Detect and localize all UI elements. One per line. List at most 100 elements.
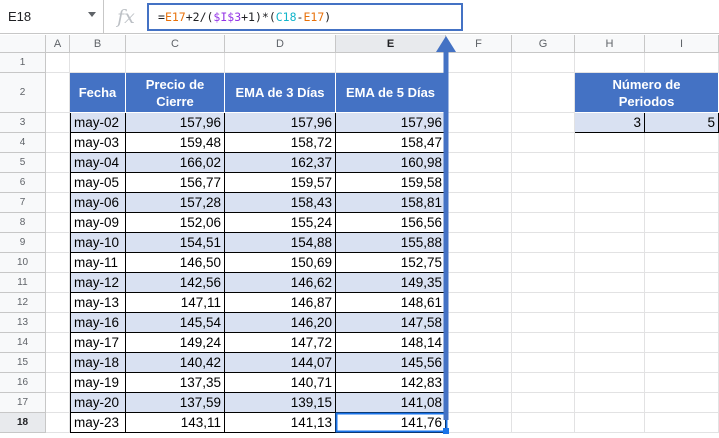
table-cell[interactable]: 145,54 bbox=[126, 313, 225, 333]
grid-cell[interactable] bbox=[575, 213, 645, 233]
grid-cell[interactable] bbox=[512, 333, 575, 353]
grid-cell[interactable] bbox=[575, 133, 645, 153]
grid-cell[interactable] bbox=[645, 293, 719, 313]
table-cell[interactable]: may-02 bbox=[70, 113, 126, 133]
periods-value[interactable]: 5 bbox=[645, 113, 719, 133]
grid-cell[interactable] bbox=[446, 293, 512, 313]
table-cell[interactable]: 148,61 bbox=[336, 293, 446, 313]
grid-cell[interactable] bbox=[645, 333, 719, 353]
table-cell[interactable]: may-11 bbox=[70, 253, 126, 273]
table-cell[interactable]: 160,98 bbox=[336, 153, 446, 173]
table-cell[interactable]: may-06 bbox=[70, 193, 126, 213]
row-header[interactable]: 6 bbox=[0, 173, 46, 193]
table-cell[interactable]: may-23 bbox=[70, 413, 126, 433]
grid-cell[interactable] bbox=[446, 373, 512, 393]
table-header-cell[interactable]: EMA de 5 Días bbox=[336, 73, 446, 113]
grid-cell[interactable] bbox=[446, 53, 512, 73]
grid-cell[interactable] bbox=[512, 413, 575, 433]
row-header[interactable]: 13 bbox=[0, 313, 46, 333]
row-header[interactable]: 15 bbox=[0, 353, 46, 373]
table-cell[interactable]: may-13 bbox=[70, 293, 126, 313]
table-cell[interactable]: may-05 bbox=[70, 173, 126, 193]
table-cell[interactable]: 139,15 bbox=[225, 393, 336, 413]
grid-cell[interactable] bbox=[46, 193, 70, 213]
grid-cell[interactable] bbox=[645, 313, 719, 333]
row-header[interactable]: 1 bbox=[0, 53, 46, 73]
table-cell[interactable]: may-18 bbox=[70, 353, 126, 373]
grid-cell[interactable] bbox=[645, 213, 719, 233]
grid-cell[interactable] bbox=[512, 313, 575, 333]
table-cell[interactable]: 158,47 bbox=[336, 133, 446, 153]
table-header-cell[interactable]: Precio de Cierre bbox=[126, 73, 225, 113]
table-cell[interactable]: 155,24 bbox=[225, 213, 336, 233]
grid-cell[interactable] bbox=[512, 353, 575, 373]
row-header[interactable]: 9 bbox=[0, 233, 46, 253]
grid-cell[interactable] bbox=[46, 293, 70, 313]
table-cell[interactable]: 159,48 bbox=[126, 133, 225, 153]
grid-cell[interactable] bbox=[512, 293, 575, 313]
table-cell[interactable]: 143,11 bbox=[126, 413, 225, 433]
table-cell[interactable]: 146,62 bbox=[225, 273, 336, 293]
grid-cell[interactable] bbox=[575, 353, 645, 373]
grid-cell[interactable] bbox=[575, 293, 645, 313]
grid-cell[interactable] bbox=[575, 233, 645, 253]
grid-cell[interactable] bbox=[575, 193, 645, 213]
table-header-cell[interactable]: Fecha bbox=[70, 73, 126, 113]
grid-cell[interactable] bbox=[575, 393, 645, 413]
grid-cell[interactable] bbox=[46, 413, 70, 433]
grid-cell[interactable] bbox=[446, 393, 512, 413]
grid-cell[interactable] bbox=[575, 273, 645, 293]
column-header[interactable]: B bbox=[70, 35, 126, 53]
table-cell[interactable]: may-16 bbox=[70, 313, 126, 333]
grid-cell[interactable] bbox=[645, 53, 719, 73]
grid-cell[interactable] bbox=[512, 113, 575, 133]
row-header[interactable]: 2 bbox=[0, 73, 46, 113]
table-cell[interactable]: 149,24 bbox=[126, 333, 225, 353]
table-cell[interactable]: 158,81 bbox=[336, 193, 446, 213]
table-cell[interactable]: 137,35 bbox=[126, 373, 225, 393]
table-cell[interactable]: 146,87 bbox=[225, 293, 336, 313]
row-header[interactable]: 16 bbox=[0, 373, 46, 393]
table-cell[interactable]: 154,88 bbox=[225, 233, 336, 253]
grid-cell[interactable] bbox=[446, 353, 512, 373]
grid-cell[interactable] bbox=[446, 193, 512, 213]
table-cell[interactable]: 140,42 bbox=[126, 353, 225, 373]
table-cell[interactable]: 158,72 bbox=[225, 133, 336, 153]
grid-cell[interactable] bbox=[512, 373, 575, 393]
grid-cell[interactable] bbox=[46, 313, 70, 333]
table-cell[interactable]: 147,11 bbox=[126, 293, 225, 313]
table-cell[interactable]: 162,37 bbox=[225, 153, 336, 173]
table-cell[interactable]: 148,14 bbox=[336, 333, 446, 353]
table-cell[interactable]: may-20 bbox=[70, 393, 126, 413]
grid-cell[interactable] bbox=[645, 253, 719, 273]
grid-cell[interactable] bbox=[46, 213, 70, 233]
grid-cell[interactable] bbox=[512, 233, 575, 253]
grid-cell[interactable] bbox=[575, 313, 645, 333]
grid-cell[interactable] bbox=[645, 353, 719, 373]
periods-header[interactable]: Número de Periodos bbox=[575, 73, 719, 113]
grid-cell[interactable] bbox=[645, 413, 719, 433]
grid-cell[interactable] bbox=[645, 393, 719, 413]
grid-cell[interactable] bbox=[126, 53, 225, 73]
row-header[interactable]: 17 bbox=[0, 393, 46, 413]
table-cell[interactable]: 152,06 bbox=[126, 213, 225, 233]
table-cell[interactable]: 166,02 bbox=[126, 153, 225, 173]
table-cell[interactable]: may-03 bbox=[70, 133, 126, 153]
table-cell[interactable]: 157,96 bbox=[336, 113, 446, 133]
grid-cell[interactable] bbox=[645, 233, 719, 253]
table-cell[interactable]: 137,59 bbox=[126, 393, 225, 413]
table-cell[interactable]: may-19 bbox=[70, 373, 126, 393]
grid-cell[interactable] bbox=[46, 153, 70, 173]
row-header[interactable]: 8 bbox=[0, 213, 46, 233]
grid-cell[interactable] bbox=[645, 153, 719, 173]
table-cell[interactable]: 149,35 bbox=[336, 273, 446, 293]
grid-cell[interactable] bbox=[46, 273, 70, 293]
row-header[interactable]: 10 bbox=[0, 253, 46, 273]
column-header[interactable]: I bbox=[645, 35, 719, 53]
table-cell[interactable]: 140,71 bbox=[225, 373, 336, 393]
grid-cell[interactable] bbox=[446, 333, 512, 353]
grid-cell[interactable] bbox=[446, 313, 512, 333]
row-header[interactable]: 12 bbox=[0, 293, 46, 313]
row-header[interactable]: 5 bbox=[0, 153, 46, 173]
table-cell[interactable]: 141,08 bbox=[336, 393, 446, 413]
